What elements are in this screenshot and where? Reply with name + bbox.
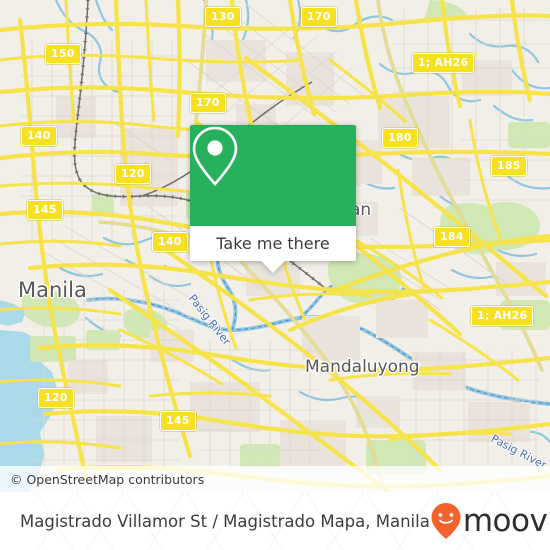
road-shield: 120: [115, 164, 151, 184]
road-shield: 140: [21, 126, 57, 146]
popup-icon-area: [190, 125, 356, 226]
road-shield: 180: [382, 128, 418, 148]
road-shield: 145: [27, 200, 63, 220]
take-me-there-label: Take me there: [216, 234, 330, 253]
map-attribution[interactable]: © OpenStreetMap contributors: [0, 466, 550, 492]
location-popup[interactable]: Take me there: [190, 125, 356, 273]
map-screenshot: .w { fill:#aadaea; } .wl { stroke:#8fc6e…: [0, 0, 550, 550]
take-me-there-button[interactable]: Take me there: [190, 226, 356, 261]
map-canvas[interactable]: .w { fill:#aadaea; } .wl { stroke:#8fc6e…: [0, 0, 550, 492]
attribution-text: © OpenStreetMap contributors: [10, 471, 205, 487]
road-shield: 1; AH26: [412, 53, 475, 73]
page-title: Magistrado Villamor St / Magistrado Mapa…: [20, 511, 430, 531]
road-shield: 150: [45, 44, 81, 64]
moovit-pin-icon: [431, 503, 461, 539]
road-shield: 140: [152, 232, 188, 252]
road-shield: 170: [301, 7, 337, 27]
footer-bar: Magistrado Villamor St / Magistrado Mapa…: [0, 492, 550, 550]
road-shield: 120: [38, 388, 74, 408]
road-shield: 185: [491, 156, 527, 176]
popup-pointer: [260, 260, 286, 273]
map-pin-icon: [192, 126, 238, 186]
moovit-logo[interactable]: moovit: [430, 502, 550, 540]
road-shield: 145: [160, 411, 196, 431]
road-shield: 1; AH26: [471, 306, 534, 326]
moovit-wordmark: moovit: [462, 502, 550, 539]
road-shield: 184: [434, 227, 470, 247]
road-shield: 170: [190, 93, 226, 113]
popup-card: Take me there: [190, 125, 356, 261]
road-shield: 130: [205, 7, 241, 27]
